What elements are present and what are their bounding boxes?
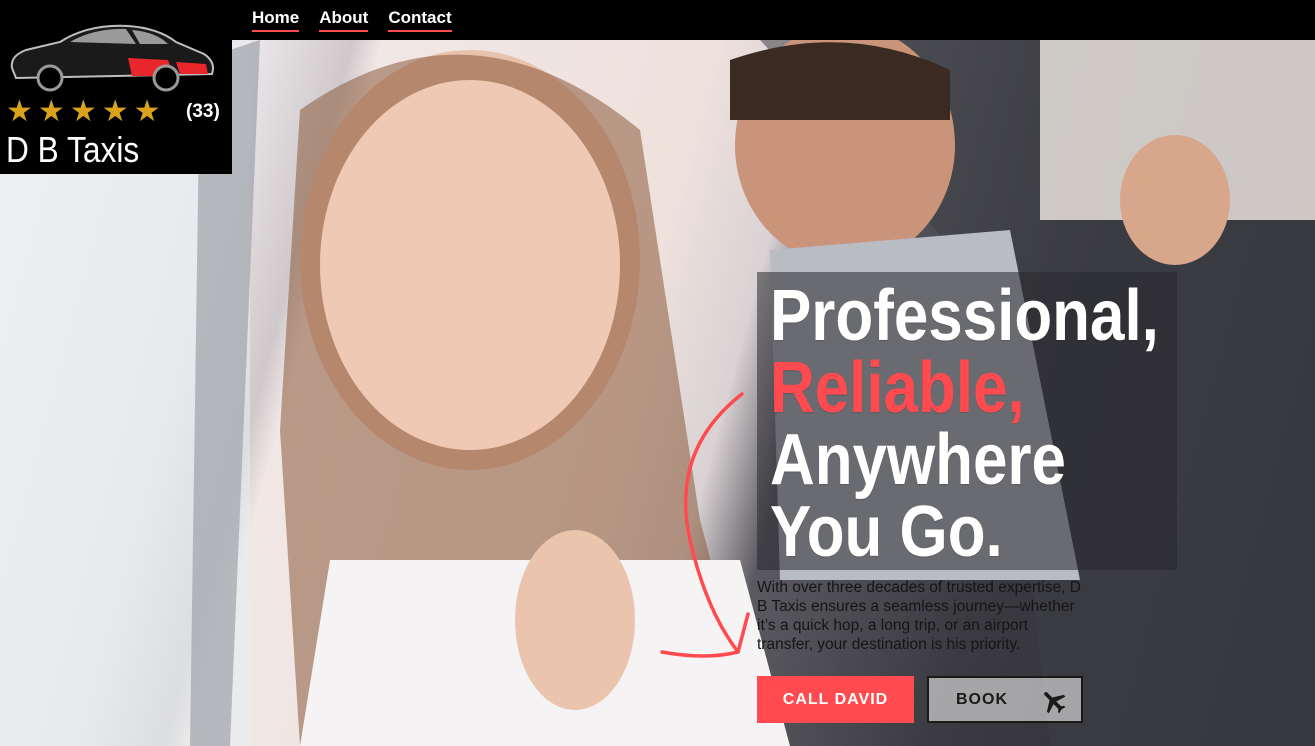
curved-arrow-icon: [660, 392, 750, 658]
hero-headline: Professional, Reliable, Anywhere You Go.: [770, 280, 1159, 568]
headline-line-4: You Go.: [770, 492, 1003, 572]
star-icon: ★: [133, 94, 161, 129]
airplane-icon: [1044, 692, 1066, 714]
star-icon: ★: [101, 94, 129, 129]
review-count[interactable]: (33): [186, 101, 220, 123]
book-button-label: BOOK: [956, 690, 1008, 708]
star-icon: ★: [6, 94, 33, 129]
brand-name: D B Taxis: [6, 129, 140, 170]
nav-home-link[interactable]: Home: [252, 8, 300, 32]
rating-stars: ★ ★ ★ ★ ★: [6, 96, 161, 128]
call-david-button[interactable]: CALL DAVID: [757, 676, 914, 723]
star-icon: ★: [69, 94, 97, 129]
logo-block[interactable]: ★ ★ ★ ★ ★ (33) D B Taxis: [0, 0, 232, 174]
book-button[interactable]: BOOK: [927, 676, 1083, 723]
hero-subtext: With over three decades of trusted exper…: [757, 579, 1081, 653]
car-logo-icon: [10, 24, 214, 92]
headline-line-2-accent: Reliable,: [770, 348, 1025, 428]
star-icon: ★: [37, 94, 65, 129]
nav-about-link[interactable]: About: [319, 8, 369, 32]
nav-contact-link[interactable]: Contact: [388, 8, 452, 32]
main-nav: Home About Contact: [252, 8, 452, 32]
headline-line-1: Professional,: [770, 276, 1159, 356]
headline-line-3: Anywhere: [770, 420, 1066, 500]
